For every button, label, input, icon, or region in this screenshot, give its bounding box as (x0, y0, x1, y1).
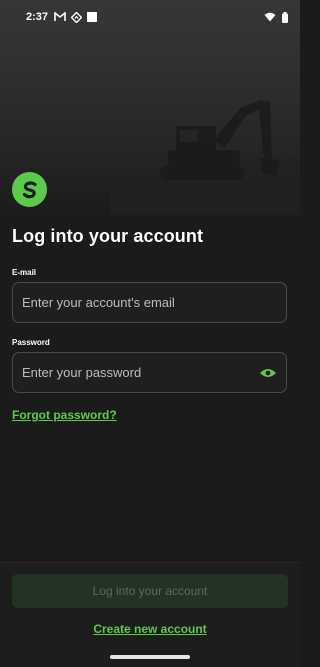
status-icons-left (54, 11, 98, 23)
email-field-container (12, 282, 287, 323)
page-title: Log into your account (12, 226, 204, 246)
location-diamond-icon (71, 11, 83, 23)
home-indicator[interactable] (110, 655, 190, 659)
create-account-link[interactable]: Create new account (0, 622, 300, 636)
password-input[interactable] (13, 353, 286, 392)
password-label: Password (12, 338, 50, 347)
wifi-icon (264, 12, 276, 22)
status-bar: 2:37 (0, 0, 300, 34)
eye-icon (260, 369, 276, 377)
toggle-password-visibility-button[interactable] (259, 365, 277, 381)
email-input[interactable] (13, 283, 286, 322)
square-notification-icon (87, 12, 98, 22)
login-button[interactable]: Log into your account (12, 574, 288, 608)
status-icons-right (264, 11, 288, 23)
brand-logo (12, 172, 47, 207)
password-field-container (12, 352, 287, 393)
status-time: 2:37 (26, 11, 49, 23)
battery-icon (282, 11, 288, 23)
gmail-icon (54, 12, 66, 21)
forgot-password-link[interactable]: Forgot password? (12, 408, 117, 422)
email-label: E-mail (12, 268, 37, 277)
brand-s-logo-icon (22, 180, 37, 198)
